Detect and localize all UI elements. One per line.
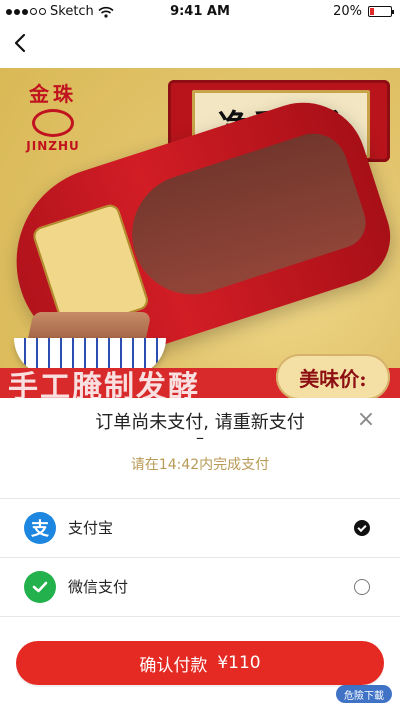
status-right: 20% [333,4,394,19]
payment-method-label: 支付宝 [68,519,114,537]
product-banner: 金珠 JINZHU 净重2斤 手工腌制发酵 美味价: [0,68,400,398]
brand-logo: 金珠 JINZHU [14,78,92,153]
status-bar: Sketch 9:41 AM 20% [0,0,400,22]
close-glyph: × [356,407,376,432]
confirm-payment-button[interactable]: 确认付款 ¥110 [16,641,384,685]
confirm-label: 确认付款 [139,655,208,676]
payment-sheet: 订单尚未支付, 请重新支付 – 请在14:42内完成支付 × 支 支付宝 微信支… [0,398,400,711]
radio-unselected[interactable] [354,579,370,595]
chevron-left-icon[interactable] [10,32,32,54]
served-dish [14,312,166,376]
sheet-dash: – [196,428,204,447]
slogan-text: 手工腌制发酵 [8,370,200,398]
battery-percent: 20% [333,4,362,19]
brand-name-en: JINZHU [26,139,80,153]
payment-amount: ¥110 [217,653,261,673]
payment-method-wechat[interactable]: 微信支付 [0,558,400,616]
brand-mark-icon [32,109,74,137]
taste-badge: 美味价: [276,354,390,398]
wechat-pay-icon [24,571,56,603]
radio-selected[interactable] [354,520,370,536]
divider [0,616,400,617]
battery-icon [368,6,394,17]
payment-timer: 请在14:42内完成支付 [130,457,270,473]
payment-method-label: 微信支付 [68,578,129,596]
top-navigation [0,22,400,68]
wechat-check-icon [32,581,48,593]
close-icon[interactable]: × [354,408,378,432]
payment-method-alipay[interactable]: 支 支付宝 [0,499,400,557]
battery-fill [370,8,375,15]
watermark-badge: 危險下載 [336,685,392,703]
alipay-icon: 支 [24,512,56,544]
brand-name-cn: 金珠 [29,82,77,106]
